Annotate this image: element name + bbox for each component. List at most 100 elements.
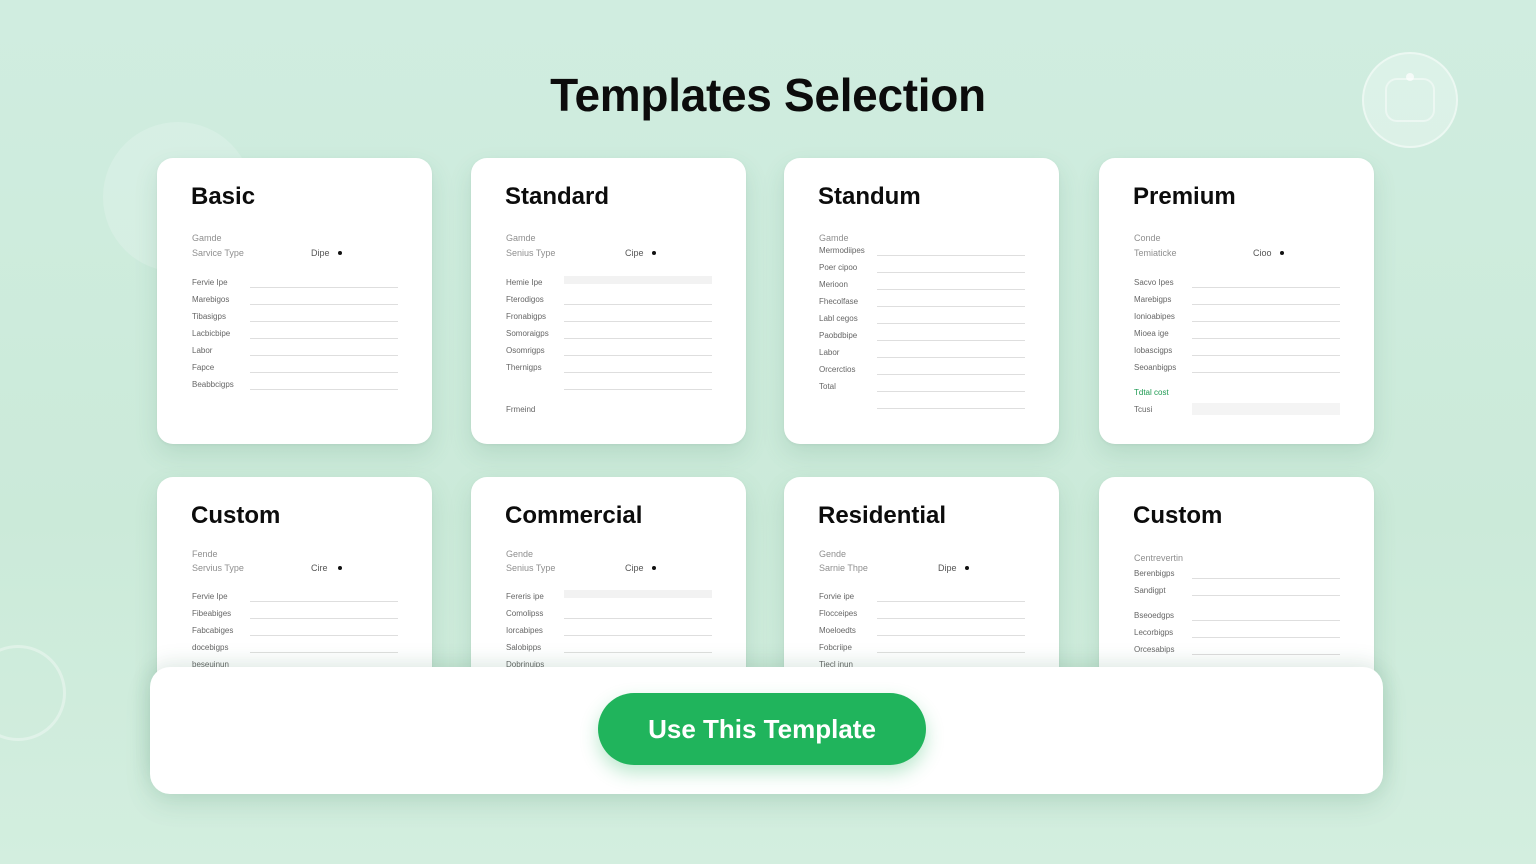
field-line — [564, 276, 712, 284]
field-row: Tibasigps — [192, 310, 398, 327]
field-label: Bseoedgps — [1134, 611, 1175, 620]
field-label: Thernigps — [506, 363, 542, 372]
template-card-premium[interactable]: Premium Conde Temiaticke Cioo Sacvo Ipes… — [1099, 158, 1374, 444]
field-row: Fervie Ipe — [192, 590, 398, 607]
field-label: docebigps — [192, 643, 229, 652]
action-panel: Use This Template — [150, 667, 1383, 794]
field-line — [877, 323, 1025, 324]
card-meta-row: Senius Type Cipe — [506, 563, 746, 575]
field-row: docebigps — [192, 641, 398, 658]
field-label: Somoraigps — [506, 329, 549, 338]
meta-key: Senius Type — [506, 563, 556, 573]
field-label: Fervie Ipe — [192, 278, 228, 287]
field-label: Sandigpt — [1134, 586, 1166, 595]
field-line — [250, 355, 398, 356]
field-label: Tibasigps — [192, 312, 226, 321]
field-label: Merioon — [819, 280, 848, 289]
field-line — [1192, 654, 1340, 655]
bullet-dot-icon — [652, 566, 656, 570]
field-line — [564, 618, 712, 619]
field-line — [250, 635, 398, 636]
meta-value: Cioo — [1253, 248, 1272, 258]
field-row: Somoraigps — [506, 327, 712, 344]
field-line — [877, 391, 1025, 392]
meta-value: Dipe — [938, 563, 957, 573]
card-meta-label: Gende — [819, 549, 847, 559]
field-line — [877, 357, 1025, 358]
field-row — [506, 378, 712, 395]
field-row: Bseoedgps — [1134, 609, 1340, 626]
field-row: Fabcabiges — [192, 624, 398, 641]
field-row: Salobipps — [506, 641, 712, 658]
field-line — [564, 652, 712, 653]
field-list: Hemie Ipe Fterodigos Fronabigps Somoraig… — [506, 276, 712, 420]
meta-value: Cire — [311, 563, 328, 573]
field-line — [250, 338, 398, 339]
field-label: Fapce — [192, 363, 215, 372]
field-row: Frmeind — [506, 403, 712, 420]
field-row: Sacvo Ipes — [1134, 276, 1340, 293]
bullet-dot-icon — [338, 251, 342, 255]
field-line — [1192, 287, 1340, 288]
total-cost-row: Tdtal cost — [1134, 386, 1340, 403]
field-line — [250, 372, 398, 373]
meta-key: Temiaticke — [1134, 248, 1177, 258]
field-row: Iobascigps — [1134, 344, 1340, 361]
field-row: Iorcabipes — [506, 624, 712, 641]
field-line — [1192, 620, 1340, 621]
field-row: Poer cipoo — [819, 261, 1025, 278]
field-row: Ionioabipes — [1134, 310, 1340, 327]
field-row: Fronabigps — [506, 310, 712, 327]
card-title: Residential — [818, 502, 947, 529]
field-label: Lecorbigps — [1134, 628, 1174, 637]
field-label: Mermodiipes — [819, 246, 865, 255]
field-label: Orcesabips — [1134, 645, 1175, 654]
field-label: Comolipss — [506, 609, 544, 618]
field-label: Flocceipes — [819, 609, 858, 618]
bullet-dot-icon — [965, 566, 969, 570]
card-title: Standard — [505, 183, 610, 210]
field-line — [877, 255, 1025, 256]
field-label: Labor — [819, 348, 840, 357]
bullet-dot-icon — [652, 251, 656, 255]
total-label: Tcusi — [1134, 405, 1153, 414]
field-line — [564, 389, 712, 390]
card-meta-row: Temiaticke Cioo — [1134, 248, 1374, 260]
card-meta-label: Centrevertin — [1134, 553, 1184, 563]
field-row: Thernigps — [506, 361, 712, 378]
field-label: Fervie Ipe — [192, 592, 228, 601]
field-label: Iobascigps — [1134, 346, 1173, 355]
field-row: Flocceipes — [819, 607, 1025, 624]
field-row: Fobcriipe — [819, 641, 1025, 658]
field-row: Fhecolfase — [819, 295, 1025, 312]
field-row: Fervie Ipe — [192, 276, 398, 293]
field-line — [250, 389, 398, 390]
field-label: Fibeabiges — [192, 609, 232, 618]
template-card-standum[interactable]: Standum Gamde Mermodiipes Poer cipoo Mer… — [784, 158, 1059, 444]
field-line — [877, 289, 1025, 290]
field-label: Berenbigps — [1134, 569, 1175, 578]
field-line — [1192, 338, 1340, 339]
field-label: Osomrigps — [506, 346, 545, 355]
field-line — [1192, 355, 1340, 356]
field-label: Beabbcigps — [192, 380, 234, 389]
template-card-basic[interactable]: Basic Gamde Sarvice Type Dipe Fervie Ipe… — [157, 158, 432, 444]
field-label: Fterodigos — [506, 295, 544, 304]
field-row: Lacbicbipe — [192, 327, 398, 344]
field-line — [877, 652, 1025, 653]
field-label: Forvie ipe — [819, 592, 855, 601]
meta-value: Cipe — [625, 248, 644, 258]
meta-key: Sarnie Thpe — [819, 563, 868, 573]
field-line — [1192, 372, 1340, 373]
field-row: Labor — [819, 346, 1025, 363]
card-title: Custom — [1133, 502, 1223, 529]
field-row: Seoanbigps — [1134, 361, 1340, 378]
use-template-button[interactable]: Use This Template — [598, 693, 926, 765]
field-label: Marebigos — [192, 295, 230, 304]
field-line — [250, 304, 398, 305]
template-card-standard[interactable]: Standard Gamde Senius Type Cipe Hemie Ip… — [471, 158, 746, 444]
field-row: Lecorbigps — [1134, 626, 1340, 643]
card-title: Commercial — [505, 502, 643, 529]
field-row: Mioea ige — [1134, 327, 1340, 344]
field-line — [877, 306, 1025, 307]
